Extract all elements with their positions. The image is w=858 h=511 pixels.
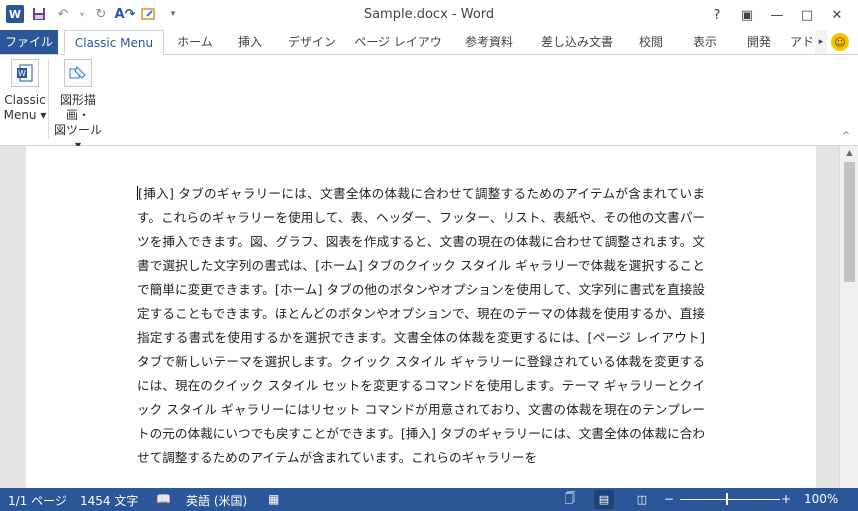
tab-file[interactable]: ファイル [0,30,58,54]
help-icon[interactable]: ? [702,4,732,26]
document-body[interactable]: [挿入] タブのギャラリーには、文書全体の体裁に合わせて調整するためのアイテムが… [137,182,705,470]
zoom-level[interactable]: 100% [804,492,838,506]
shapes-icon [64,59,92,87]
close-icon[interactable]: ✕ [822,4,852,26]
proofing-icon[interactable]: 📖 [156,492,171,506]
tab-view[interactable]: 表示 [685,30,725,54]
document-text: [挿入] タブのギャラリーには、文書全体の体裁に合わせて調整するためのアイテムが… [137,186,705,465]
document-page: [挿入] タブのギャラリーには、文書全体の体裁に合わせて調整するためのアイテムが… [26,146,816,488]
tab-references[interactable]: 参考資料 [457,30,521,54]
tab-scroll-right-icon[interactable]: ▸ [815,30,827,54]
smiley-feedback-icon[interactable]: ☺ [831,33,849,51]
language[interactable]: 英語 (米国) [186,492,247,509]
window-controls: ? ▣ — □ ✕ [702,4,852,26]
maximize-icon[interactable]: □ [792,4,822,26]
svg-text:W: W [18,69,26,78]
drawing-tools-button[interactable]: 図形描画・ 図ツール ▾ [50,59,106,153]
print-layout-icon[interactable]: ▤ [594,490,614,509]
page-count[interactable]: 1/1 ページ [8,492,67,509]
tab-mailings[interactable]: 差し込み文書 [534,30,620,54]
ribbon-tab-bar: ファイル Classic Menu ホーム 挿入 デザイン ページ レイアウト … [0,30,858,73]
tab-review[interactable]: 校閲 [631,30,671,54]
classic-menu-label-2: Menu ▾ [3,108,47,122]
zoom-out-button[interactable]: − [664,492,674,506]
tab-add-ins[interactable]: アド [790,30,815,54]
web-layout-icon[interactable]: ◫ [632,490,652,509]
zoom-in-button[interactable]: + [781,492,791,506]
status-bar: 1/1 ページ 1454 文字 📖 英語 (米国) ▦ 🗍 ▤ ◫ − + 10… [0,488,858,511]
tab-design[interactable]: デザイン [283,30,341,54]
collapse-ribbon-icon[interactable]: ^ [842,131,850,141]
tab-classic-menu[interactable]: Classic Menu [64,30,164,56]
document-canvas: [挿入] タブのギャラリーには、文書全体の体裁に合わせて調整するためのアイテムが… [0,146,858,488]
tab-insert[interactable]: 挿入 [230,30,270,54]
classic-menu-button[interactable]: W Classic Menu ▾ [3,59,47,123]
word-count[interactable]: 1454 文字 [80,492,138,509]
ribbon: W Classic Menu ▾ 図形描画・ 図ツール ▾ ^ [0,55,858,152]
classic-menu-label-1: Classic [4,93,46,107]
macro-record-icon[interactable]: ▦ [268,492,279,506]
scroll-up-icon[interactable]: ▲ [840,148,858,157]
zoom-slider-thumb[interactable] [726,493,728,505]
vertical-scrollbar[interactable]: ▲ [839,146,858,488]
drawing-tools-label-1: 図形描画・ [59,93,96,122]
scrollbar-thumb[interactable] [844,162,855,282]
zoom-slider[interactable] [680,499,780,500]
read-mode-icon[interactable]: 🗍 [560,490,580,509]
tab-developer[interactable]: 開発 [739,30,779,54]
ribbon-display-options-icon[interactable]: ▣ [732,4,762,26]
minimize-icon[interactable]: — [762,4,792,26]
ribbon-separator [48,59,49,139]
tab-page-layout[interactable]: ページ レイアウト [349,30,447,73]
word-doc-icon: W [11,59,39,87]
title-bar: W ↶ ▾ ↻ A↷ ▾ Sample.docx - Word ? ▣ — □ … [0,0,858,30]
tab-home[interactable]: ホーム [170,30,220,54]
